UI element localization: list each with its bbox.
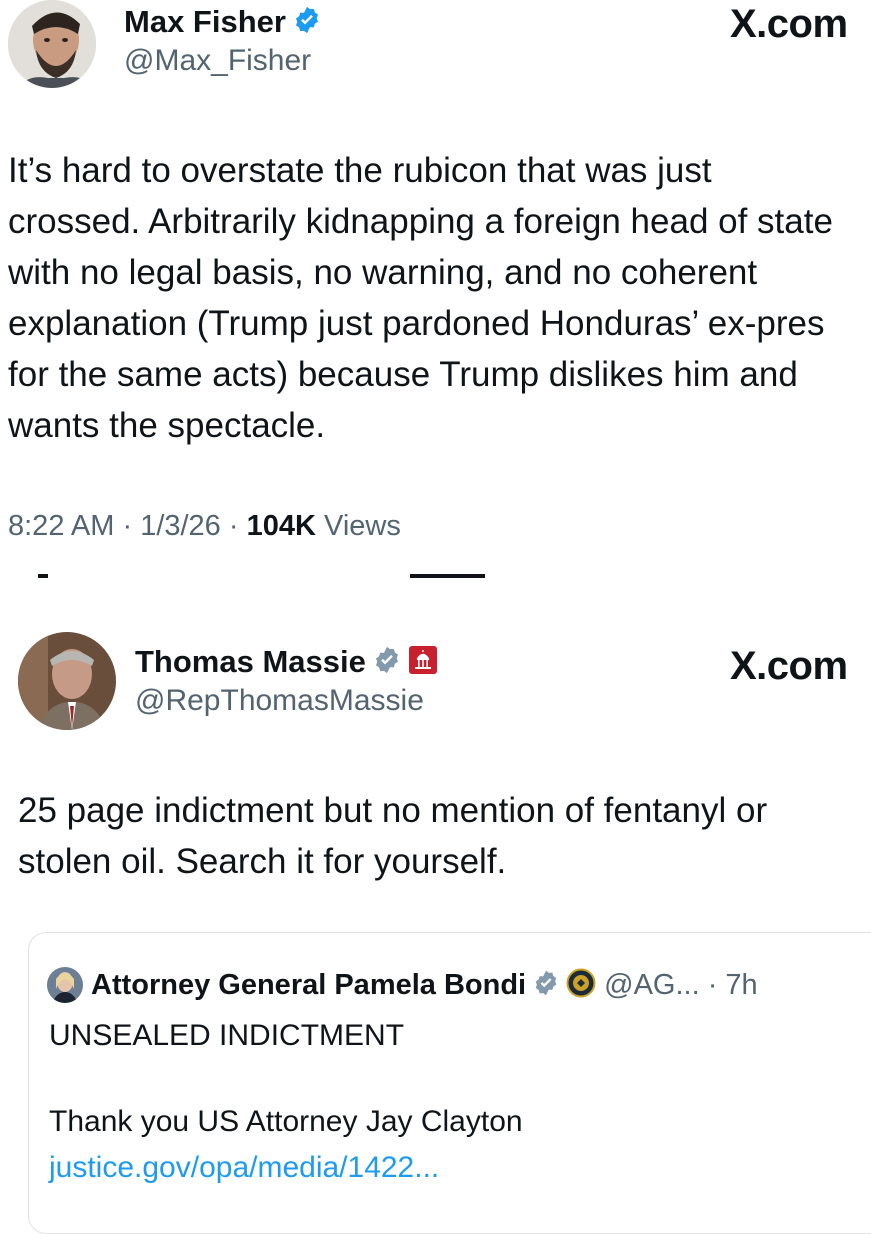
views-label: Views [324,510,401,542]
meta-separator: · [228,510,247,542]
x-com-wordmark: X.com [730,644,848,688]
verified-badge-gray-icon [532,969,560,1002]
author-name[interactable]: Thomas Massie [135,644,366,680]
tweet-body: 25 page indictment but no mention of fen… [18,791,768,881]
quoted-tweet-card[interactable]: Attorney General Pamela Bondi @AG... · 7… [28,932,871,1234]
capitol-building-icon [408,645,438,680]
quoted-author-handle[interactable]: @AG... [604,969,700,1002]
verified-badge-gray-icon [372,645,402,680]
author-name[interactable]: Max Fisher [124,4,286,40]
quoted-author-row: Attorney General Pamela Bondi @AG... · 7… [47,967,758,1003]
quoted-author-name[interactable]: Attorney General Pamela Bondi [91,969,526,1002]
views-count: 104K [246,510,316,542]
crop-artifact [410,574,485,578]
avatar-portrait-icon [18,632,116,730]
tweet-date[interactable]: 1/3/26 [140,510,221,542]
tweet-meta: 8:22 AM · 1/3/26 · 104K Views [8,510,401,543]
meta-separator: · [122,510,141,542]
x-com-wordmark: X.com [730,2,848,46]
quoted-line-1: UNSEALED INDICTMENT [49,1019,405,1052]
doj-seal-icon [566,968,596,1003]
verified-badge-icon [292,5,322,40]
quoted-time[interactable]: 7h [725,969,757,1002]
author-handle[interactable]: @RepThomasMassie [135,684,424,718]
crop-artifact [38,574,48,578]
author-row: Thomas Massie [135,642,438,682]
tweet-body: It’s hard to overstate the rubicon that … [8,151,833,445]
author-handle[interactable]: @Max_Fisher [124,44,311,78]
avatar-portrait-icon [8,0,96,88]
avatar[interactable] [47,967,83,1003]
quoted-line-2: Thank you US Attorney Jay Clayton [49,1105,523,1138]
meta-separator: · [699,968,726,1001]
avatar-portrait-icon [47,967,83,1003]
quoted-link[interactable]: justice.gov/opa/media/1422... [49,1151,439,1185]
tweet-time[interactable]: 8:22 AM [8,510,114,542]
avatar[interactable] [8,0,96,88]
author-row: Max Fisher [124,2,322,42]
avatar[interactable] [18,632,116,730]
